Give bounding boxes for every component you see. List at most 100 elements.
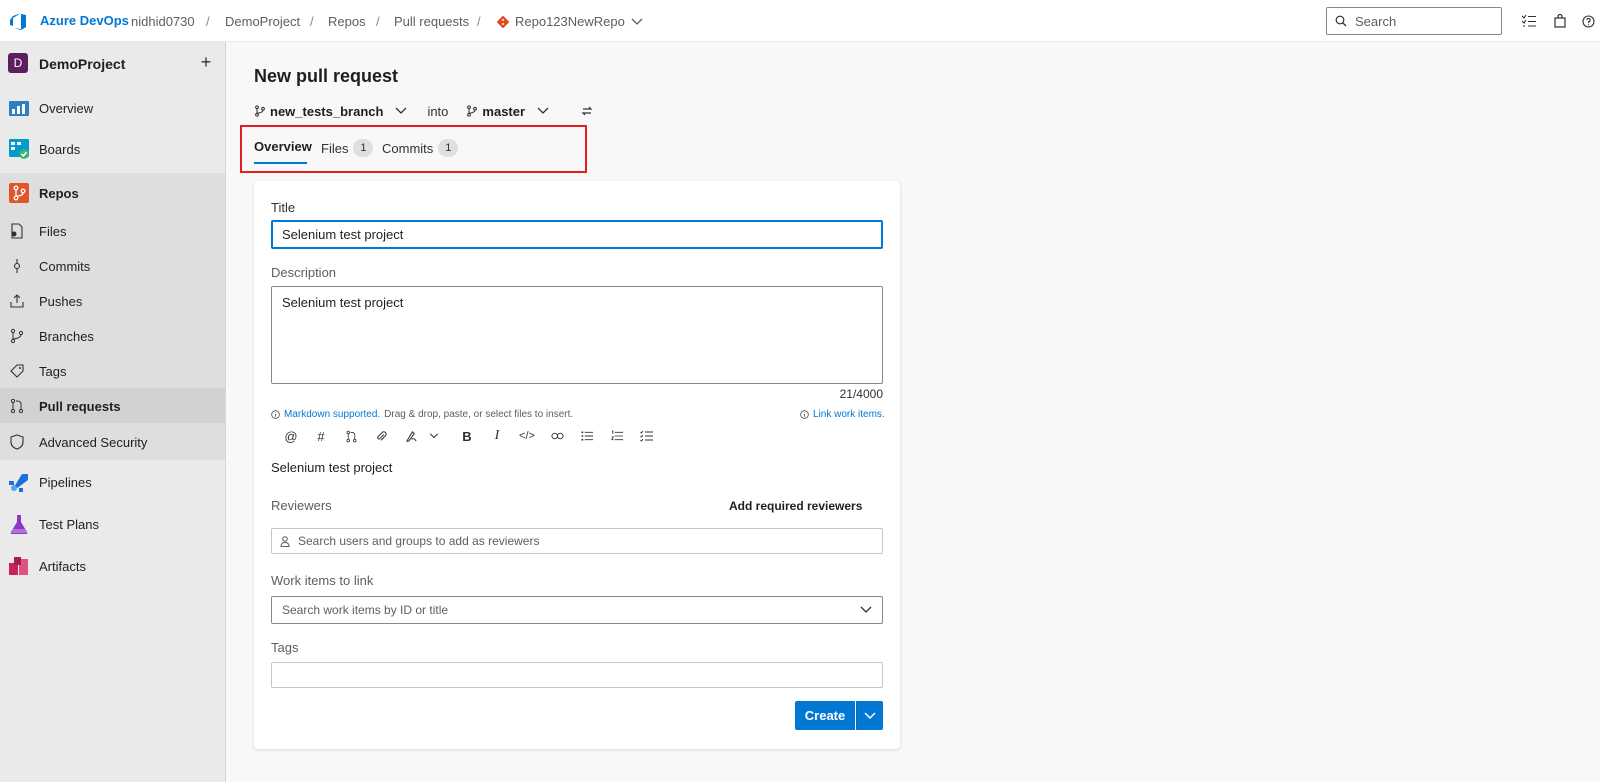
chevron-down-icon	[864, 711, 876, 719]
shopping-bag-icon[interactable]	[1551, 12, 1569, 30]
bold-icon[interactable]: B	[452, 427, 482, 445]
format-style-icon[interactable]	[396, 427, 426, 445]
link-icon[interactable]	[542, 427, 572, 445]
create-button[interactable]: Create	[795, 701, 855, 730]
work-items-label: Work items to link	[271, 573, 374, 588]
sidebar-item-label: Pull requests	[39, 399, 121, 414]
commits-count-badge: 1	[438, 139, 459, 157]
reviewers-search-input[interactable]: Search users and groups to add as review…	[271, 528, 883, 554]
repos-icon	[9, 183, 29, 203]
sidebar-item-boards[interactable]: Boards	[0, 133, 225, 165]
breadcrumb-organization[interactable]: nidhid0730	[131, 14, 195, 29]
tab-files[interactable]: Files 1	[321, 139, 374, 157]
help-icon[interactable]	[1579, 12, 1597, 30]
mention-icon[interactable]: @	[276, 427, 306, 445]
add-required-reviewers-button[interactable]: Add required reviewers	[729, 499, 862, 513]
sidebar-item-repos[interactable]: Repos	[0, 173, 225, 213]
sidebar: D DemoProject + Overview Boards Repos Fi…	[0, 42, 226, 782]
sidebar-item-overview[interactable]: Overview	[0, 92, 225, 124]
tab-commits[interactable]: Commits 1	[382, 139, 459, 157]
code-icon[interactable]: </>	[512, 427, 542, 445]
tags-input[interactable]	[271, 662, 883, 688]
files-icon	[11, 223, 23, 239]
chevron-down-icon	[631, 18, 643, 25]
tab-label: Overview	[254, 139, 312, 154]
work-items-search-input[interactable]: Search work items by ID or title	[271, 596, 883, 624]
reviewers-placeholder: Search users and groups to add as review…	[298, 534, 540, 548]
artifacts-icon	[9, 557, 28, 575]
breadcrumb-separator: /	[310, 14, 314, 29]
person-icon	[280, 535, 290, 547]
search-input[interactable]: Search	[1326, 7, 1502, 35]
formatting-toolbar: @ # B I </>	[276, 427, 662, 445]
task-list-icon[interactable]	[1520, 12, 1538, 30]
project-avatar: D	[8, 53, 28, 73]
page-title: New pull request	[254, 66, 399, 86]
chevron-down-icon[interactable]	[426, 427, 442, 445]
sidebar-item-label: Repos	[39, 186, 79, 201]
source-branch-name: new_tests_branch	[270, 103, 384, 119]
tab-label: Commits	[382, 140, 434, 156]
drag-drop-hint: Drag & drop, paste, or select files to i…	[384, 409, 574, 420]
sidebar-item-label: Artifacts	[39, 559, 86, 574]
sidebar-item-artifacts[interactable]: Artifacts	[0, 548, 225, 584]
chevron-down-icon	[537, 107, 549, 114]
italic-icon[interactable]: I	[482, 427, 512, 445]
brand-name[interactable]: Azure DevOps	[40, 13, 129, 28]
breadcrumb-separator: /	[376, 14, 380, 29]
sidebar-item-tags[interactable]: Tags	[0, 353, 225, 388]
tab-overview[interactable]: Overview	[254, 139, 312, 154]
character-counter: 21/4000	[839, 387, 883, 401]
sidebar-item-commits[interactable]: Commits	[0, 248, 225, 283]
azure-devops-logo-icon[interactable]	[8, 11, 28, 31]
sidebar-item-advanced-security[interactable]: Advanced Security	[0, 423, 225, 460]
repo-selector[interactable]: Repo123NewRepo	[497, 14, 643, 29]
hashtag-icon[interactable]: #	[306, 427, 336, 445]
info-icon	[800, 410, 809, 419]
title-input[interactable]: Selenium test project	[271, 220, 883, 249]
sidebar-item-label: Files	[39, 224, 67, 239]
sidebar-item-label: Boards	[39, 142, 81, 157]
target-branch-selector[interactable]: master	[466, 104, 549, 119]
sidebar-item-pushes[interactable]: Pushes	[0, 283, 225, 318]
sidebar-item-pull-requests[interactable]: Pull requests	[0, 388, 225, 423]
markdown-supported-link[interactable]: Markdown supported.	[284, 409, 380, 420]
work-items-placeholder: Search work items by ID or title	[282, 603, 449, 617]
branch-icon	[255, 105, 265, 117]
sidebar-item-label: Advanced Security	[39, 435, 148, 450]
pull-request-link-icon[interactable]	[336, 427, 366, 445]
repos-section: Repos Files Commits Pushes Branches Tags…	[0, 173, 225, 460]
description-textarea[interactable]: Selenium test project	[271, 286, 883, 384]
create-options-dropdown[interactable]	[856, 701, 883, 730]
sidebar-item-pipelines[interactable]: Pipelines	[0, 464, 225, 500]
branch-selector-row: new_tests_branch into master	[254, 101, 593, 121]
description-preview: Selenium test project	[271, 460, 393, 475]
link-work-items[interactable]: Link work items.	[800, 409, 885, 420]
search-placeholder: Search	[1355, 13, 1397, 29]
commits-icon	[13, 259, 21, 273]
sidebar-item-branches[interactable]: Branches	[0, 318, 225, 353]
bulleted-list-icon[interactable]	[572, 427, 602, 445]
project-name: DemoProject	[39, 56, 126, 72]
sidebar-item-label: Tags	[39, 364, 67, 379]
into-label: into	[427, 103, 449, 119]
project-header[interactable]: D DemoProject +	[0, 42, 226, 84]
top-bar: Azure DevOps nidhid0730 / DemoProject / …	[0, 0, 1600, 42]
checklist-icon[interactable]	[632, 427, 662, 445]
breadcrumb-pull-requests[interactable]: Pull requests	[394, 14, 469, 29]
numbered-list-icon[interactable]	[602, 427, 632, 445]
test-plans-icon	[10, 515, 28, 534]
breadcrumb-repos[interactable]: Repos	[328, 14, 366, 29]
sidebar-item-files[interactable]: Files	[0, 213, 225, 248]
swap-branches-icon[interactable]	[581, 105, 593, 117]
attachment-icon[interactable]	[366, 427, 396, 445]
source-branch-selector[interactable]: new_tests_branch	[254, 104, 407, 119]
info-icon	[271, 410, 280, 419]
sidebar-item-label: Test Plans	[39, 517, 99, 532]
chevron-down-icon[interactable]	[860, 602, 872, 618]
sidebar-item-test-plans[interactable]: Test Plans	[0, 506, 225, 542]
chevron-down-icon	[395, 107, 407, 114]
breadcrumb-project[interactable]: DemoProject	[225, 14, 300, 29]
add-icon[interactable]: +	[196, 52, 216, 72]
sidebar-item-label: Commits	[39, 259, 91, 274]
